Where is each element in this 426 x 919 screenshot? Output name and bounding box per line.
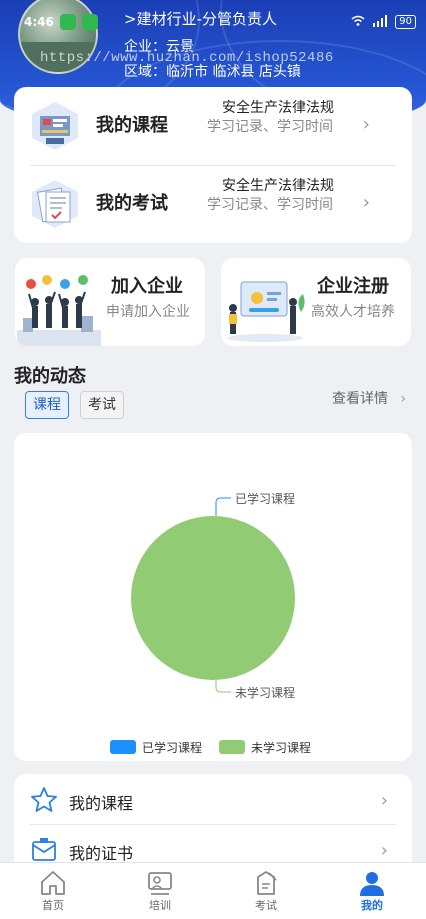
tab-courses[interactable]: 课程 xyxy=(25,391,69,419)
course-thumbnail-icon xyxy=(30,100,80,152)
wifi-icon xyxy=(351,15,365,30)
tab-label: 考试 xyxy=(255,899,277,912)
exam-meta: 学习记录、学习时间 xyxy=(207,197,333,213)
pie-slice-1[interactable] xyxy=(131,516,295,680)
user-icon xyxy=(358,869,386,897)
registration-illustration xyxy=(223,272,305,346)
bottom-tab-bar: 首页 培训 考试 我的 xyxy=(0,862,426,919)
activity-section-title: 我的动态 xyxy=(14,366,86,387)
star-icon xyxy=(30,786,58,814)
tab-home[interactable]: 首页 xyxy=(13,863,93,919)
legend-swatch-1[interactable] xyxy=(219,740,245,754)
exam-icon xyxy=(252,869,280,897)
join-enterprise-card[interactable]: 加入企业 申请加入企业 xyxy=(15,258,205,346)
enterprise-register-card[interactable]: 企业注册 高效人才培养 xyxy=(221,258,411,346)
legend-swatch-0[interactable] xyxy=(110,740,136,754)
view-details-link[interactable]: 查看详情 › xyxy=(332,388,406,408)
wechat-notification-icon xyxy=(59,14,76,30)
tab-mine[interactable]: 我的 xyxy=(332,863,412,919)
join-enterprise-subtitle: 申请加入企业 xyxy=(106,304,190,320)
view-details-label: 查看详情 xyxy=(332,391,388,407)
pie-label-line-0 xyxy=(215,497,231,516)
enterprise-register-subtitle: 高效人才培养 xyxy=(311,304,395,320)
watermark: https://www.huzhan.com/ishop52486 xyxy=(40,50,334,66)
wechat-notification-icon xyxy=(81,14,98,30)
legend-label-0[interactable]: 已学习课程 xyxy=(142,740,202,755)
training-icon xyxy=(146,869,174,897)
chevron-right-icon: › xyxy=(362,192,370,213)
learning-card: 我的课程 安全生产法律法规 学习记录、学习时间 › 我的考试 安全生产法律法规 … xyxy=(14,87,412,243)
pie-label-0: 已学习课程 xyxy=(235,491,295,506)
tab-label: 我的 xyxy=(361,899,383,912)
legend-label-1[interactable]: 未学习课程 xyxy=(251,740,311,755)
activity-chart-card: 已学习课程 未学习课程 已学习课程 未学习课程 xyxy=(14,433,412,761)
divider xyxy=(30,824,396,825)
pie-label-line-1 xyxy=(215,680,231,693)
home-icon xyxy=(39,869,67,897)
tab-exams[interactable]: 考试 xyxy=(80,391,124,419)
tab-label: 培训 xyxy=(149,899,171,912)
my-courses-row[interactable]: 我的课程 安全生产法律法规 学习记录、学习时间 › xyxy=(14,87,412,165)
user-role: >建材行业-分管负责人 xyxy=(124,10,277,28)
menu-item-label: 我的课程 xyxy=(69,794,134,813)
team-celebration-illustration xyxy=(17,272,101,346)
pie-chart: 已学习课程未学习课程 已学习课程 未学习课程 xyxy=(110,491,311,755)
chevron-right-icon: › xyxy=(380,790,388,811)
chevron-right-icon: › xyxy=(400,391,407,407)
menu-item-label: 我的证书 xyxy=(69,844,134,863)
join-enterprise-title: 加入企业 xyxy=(111,276,183,297)
my-exams-title: 我的考试 xyxy=(96,193,168,214)
my-courses-title: 我的课程 xyxy=(96,115,168,136)
enterprise-register-title: 企业注册 xyxy=(317,276,389,297)
chevron-right-icon: › xyxy=(380,840,388,861)
tab-training[interactable]: 培训 xyxy=(120,863,200,919)
tab-label: 首页 xyxy=(42,899,64,912)
course-category: 安全生产法律法规 xyxy=(222,100,334,116)
course-meta: 学习记录、学习时间 xyxy=(207,119,333,135)
menu-item-my-courses[interactable]: 我的课程 › xyxy=(14,776,412,826)
exam-category: 安全生产法律法规 xyxy=(222,178,334,194)
signal-icon xyxy=(373,14,388,30)
exam-thumbnail-icon xyxy=(30,178,80,230)
tab-exam[interactable]: 考试 xyxy=(226,863,306,919)
pie-label-1: 未学习课程 xyxy=(235,685,295,700)
my-exams-row[interactable]: 我的考试 安全生产法律法规 学习记录、学习时间 › xyxy=(14,165,412,243)
battery-indicator: 90 xyxy=(395,15,416,29)
chevron-right-icon: › xyxy=(362,114,370,135)
certificate-icon xyxy=(30,836,58,864)
status-time: 4:46 xyxy=(24,15,54,29)
